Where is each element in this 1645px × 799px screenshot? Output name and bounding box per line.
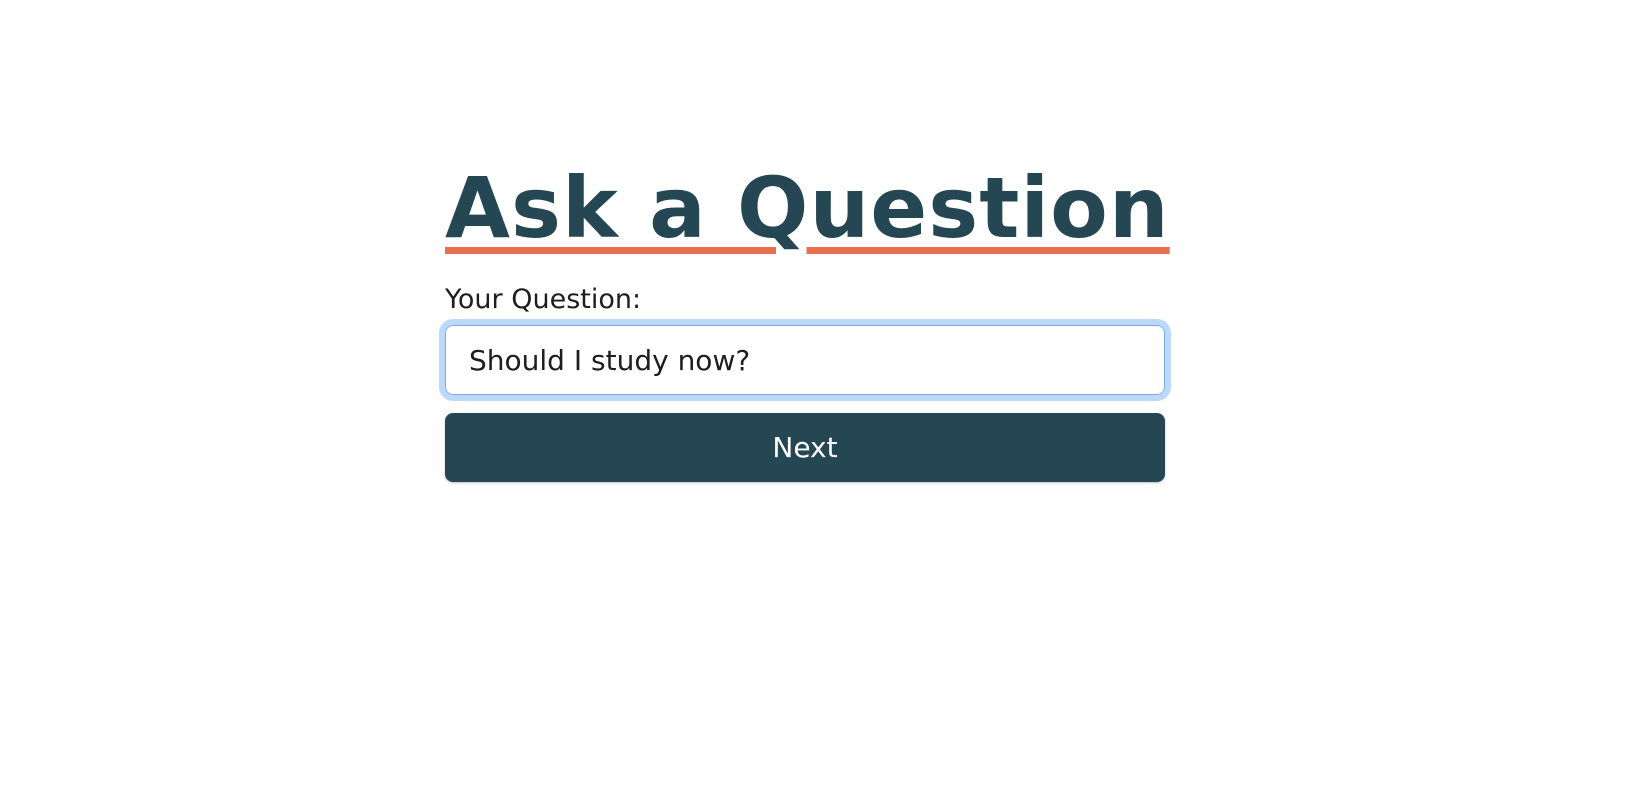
question-label: Your Question: [445,284,642,315]
next-button[interactable]: Next [445,413,1165,482]
question-input[interactable] [439,319,1171,401]
page-title: Ask a Question [445,159,1170,257]
question-form-container: Ask a Question Your Question: Next [439,0,1171,799]
